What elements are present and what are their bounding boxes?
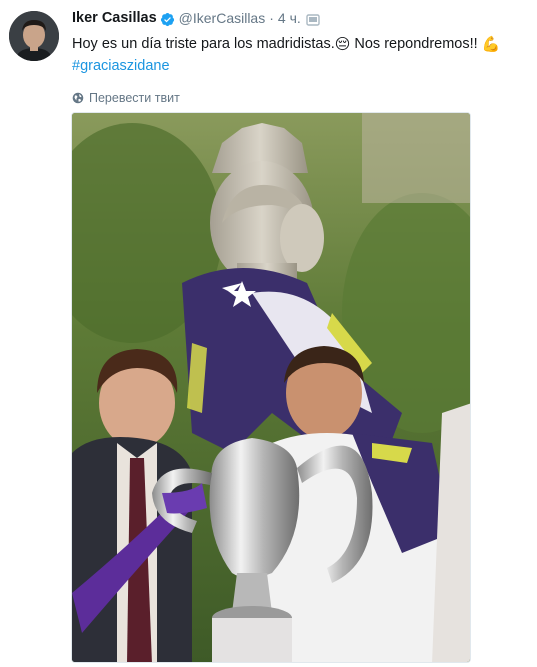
device-icon xyxy=(306,13,320,26)
tweet-text: Hoy es un día triste para los madridista… xyxy=(72,33,529,55)
globe-icon xyxy=(72,92,84,104)
tweet-text-part2: Nos repondremos!! xyxy=(354,36,478,52)
tweet-timestamp[interactable]: 4 ч. xyxy=(278,10,301,26)
avatar-photo xyxy=(9,11,59,61)
hashtag-link[interactable]: #graciaszidane xyxy=(72,55,529,77)
header-separator: · xyxy=(269,10,274,26)
pensive-face-emoji: 😔 xyxy=(334,36,351,53)
tweet-text-part1: Hoy es un día triste para los madridista… xyxy=(72,36,335,52)
tweet: Iker Casillas @IkerCasillas · 4 ч. Hoy e… xyxy=(0,0,537,667)
tweet-photo[interactable] xyxy=(71,112,471,663)
photo-casillas-zidane-trophy xyxy=(72,113,470,662)
translate-label: Перевести твит xyxy=(89,91,180,105)
flexed-biceps-emoji: 💪 xyxy=(481,36,501,53)
tweet-header: Iker Casillas @IkerCasillas · 4 ч. xyxy=(72,7,529,29)
verified-badge-icon xyxy=(160,12,175,27)
translate-tweet-button[interactable]: Перевести твит xyxy=(72,89,529,107)
author-name[interactable]: Iker Casillas xyxy=(72,10,157,26)
avatar[interactable] xyxy=(9,11,59,61)
tweet-content: Iker Casillas @IkerCasillas · 4 ч. Hoy e… xyxy=(72,7,529,107)
author-handle[interactable]: @IkerCasillas xyxy=(179,10,266,26)
